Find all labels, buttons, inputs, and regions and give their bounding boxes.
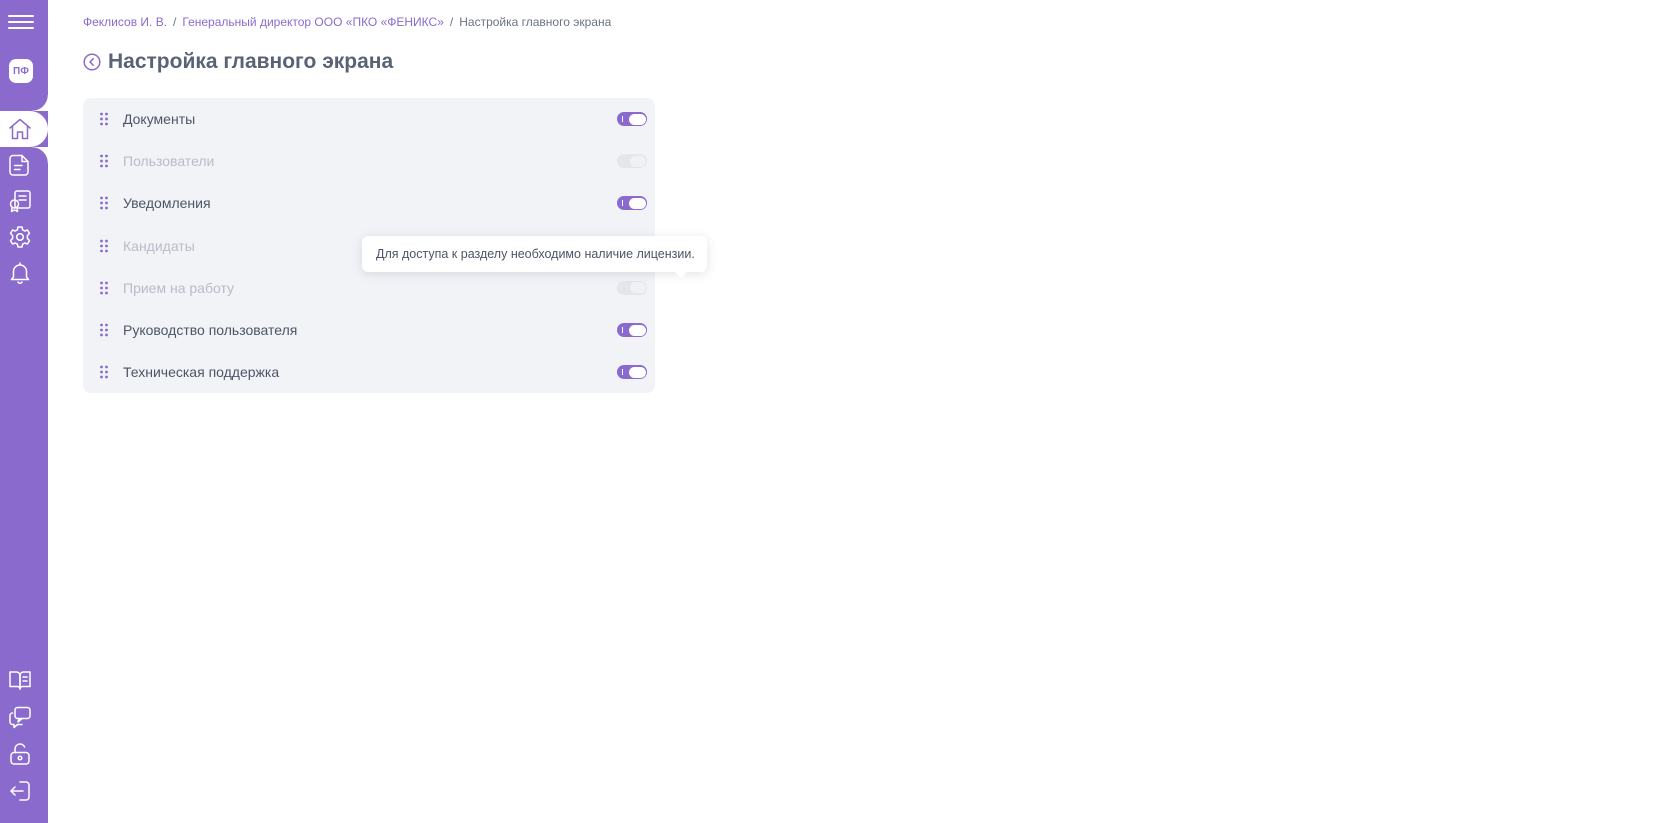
setting-label: Руководство пользователя: [123, 322, 298, 339]
page-header: Настройка главного экрана: [83, 50, 393, 74]
setting-label: Кандидаты: [123, 237, 195, 254]
drag-handle-icon[interactable]: [99, 196, 109, 210]
setting-row-users: Пользователи: [83, 140, 655, 182]
toggle-user-guide[interactable]: [617, 323, 647, 338]
setting-row-hiring: Прием на работу: [83, 267, 655, 309]
toggle-tech-support[interactable]: [617, 365, 647, 380]
support-chat-icon[interactable]: [7, 704, 33, 730]
setting-label: Пользователи: [123, 153, 215, 170]
breadcrumb-current: Настройка главного экрана: [459, 15, 612, 29]
setting-row-tech-support: Техническая поддержка: [83, 351, 655, 393]
setting-label: Документы: [123, 111, 196, 128]
menu-icon[interactable]: [8, 14, 34, 30]
toggle-hiring[interactable]: [617, 280, 647, 295]
main-content: Феклисов И. В. / Генеральный директор ООО …: [48, 0, 1680, 823]
setting-label: Уведомления: [123, 195, 211, 212]
drag-handle-icon[interactable]: [99, 281, 109, 295]
drag-handle-icon[interactable]: [99, 365, 109, 379]
logout-icon[interactable]: [7, 778, 33, 804]
page-title: Настройка главного экрана: [108, 50, 394, 73]
setting-label: Прием на работу: [123, 279, 235, 296]
book-icon[interactable]: [7, 667, 33, 693]
breadcrumb-item-position[interactable]: Генеральный директор ООО «ПКО «ФЕНИКС»: [182, 15, 444, 29]
unlock-icon[interactable]: [7, 741, 33, 767]
bell-icon[interactable]: [7, 260, 33, 286]
sidebar: ПФ: [0, 0, 48, 823]
breadcrumb-separator: /: [449, 15, 454, 29]
breadcrumb: Феклисов И. В. / Генеральный директор ООО …: [83, 15, 611, 29]
drag-handle-icon[interactable]: [99, 323, 109, 337]
setting-label: Техническая поддержка: [123, 364, 280, 381]
breadcrumb-item-user[interactable]: Феклисов И. В.: [83, 15, 167, 29]
setting-row-notifications: Уведомления: [83, 182, 655, 224]
breadcrumb-separator: /: [173, 15, 177, 29]
home-icon[interactable]: [7, 116, 33, 142]
gear-icon[interactable]: [7, 224, 33, 250]
drag-handle-icon[interactable]: [99, 112, 109, 126]
toggle-users[interactable]: [617, 154, 647, 169]
document-icon[interactable]: [7, 152, 33, 178]
organization-logo[interactable]: ПФ: [9, 59, 33, 83]
toggle-documents[interactable]: [617, 112, 647, 127]
setting-row-documents: Документы: [83, 98, 655, 140]
license-required-tooltip: Для доступа к разделу необходимо наличие…: [362, 236, 707, 278]
certificate-icon[interactable]: [7, 188, 33, 214]
drag-handle-icon[interactable]: [99, 154, 109, 168]
drag-handle-icon[interactable]: [99, 239, 109, 253]
toggle-notifications[interactable]: [617, 196, 647, 211]
back-arrow-icon[interactable]: [83, 53, 101, 71]
setting-row-user-guide: Руководство пользователя: [83, 309, 655, 351]
